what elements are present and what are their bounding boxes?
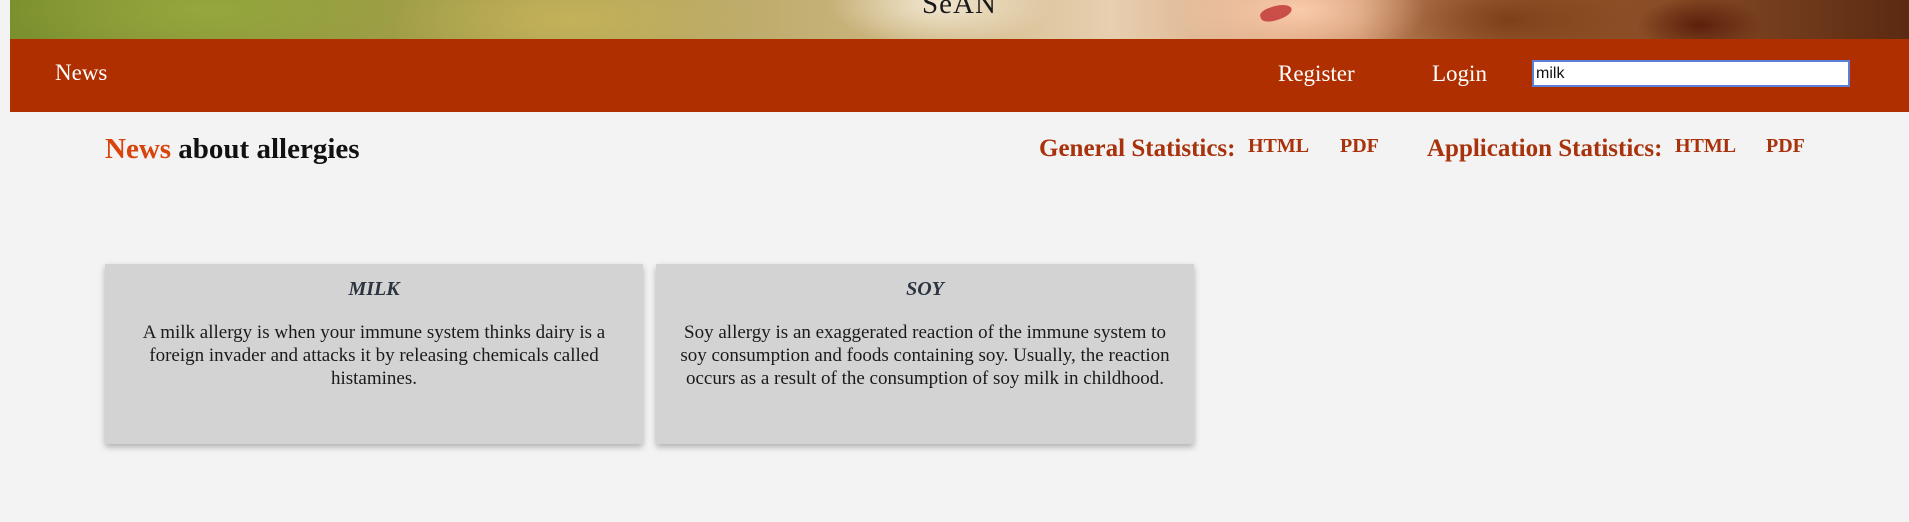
- general-statistics-label: General Statistics:: [1039, 135, 1236, 162]
- general-statistics-html-link[interactable]: HTML: [1248, 135, 1309, 158]
- page-title: News about allergies: [105, 133, 360, 166]
- nav-register-link[interactable]: Register: [1278, 61, 1355, 87]
- nav-login-link[interactable]: Login: [1432, 61, 1487, 87]
- news-card-description: A milk allergy is when your immune syste…: [142, 322, 606, 389]
- site-logo-text: SeAN: [922, 0, 997, 20]
- news-card-description: Soy allergy is an exaggerated reaction o…: [680, 322, 1170, 389]
- main-navbar: News Register Login: [10, 39, 1909, 112]
- news-card-title: MILK: [348, 278, 400, 300]
- application-statistics-label: Application Statistics:: [1427, 135, 1663, 162]
- application-statistics-html-link[interactable]: HTML: [1675, 135, 1736, 158]
- general-statistics-pdf-link[interactable]: PDF: [1340, 135, 1379, 158]
- news-card-title: SOY: [906, 278, 944, 300]
- news-card-milk[interactable]: MILK A milk allergy is when your immune …: [105, 264, 643, 444]
- news-card-soy[interactable]: SOY Soy allergy is an exaggerated reacti…: [656, 264, 1194, 444]
- nav-news-link[interactable]: News: [55, 60, 107, 86]
- application-statistics-pdf-link[interactable]: PDF: [1766, 135, 1805, 158]
- page-title-rest: about allergies: [171, 133, 360, 165]
- header-banner-image: SeAN: [10, 0, 1909, 39]
- page-title-accent: News: [105, 133, 172, 165]
- search-input[interactable]: [1532, 60, 1850, 87]
